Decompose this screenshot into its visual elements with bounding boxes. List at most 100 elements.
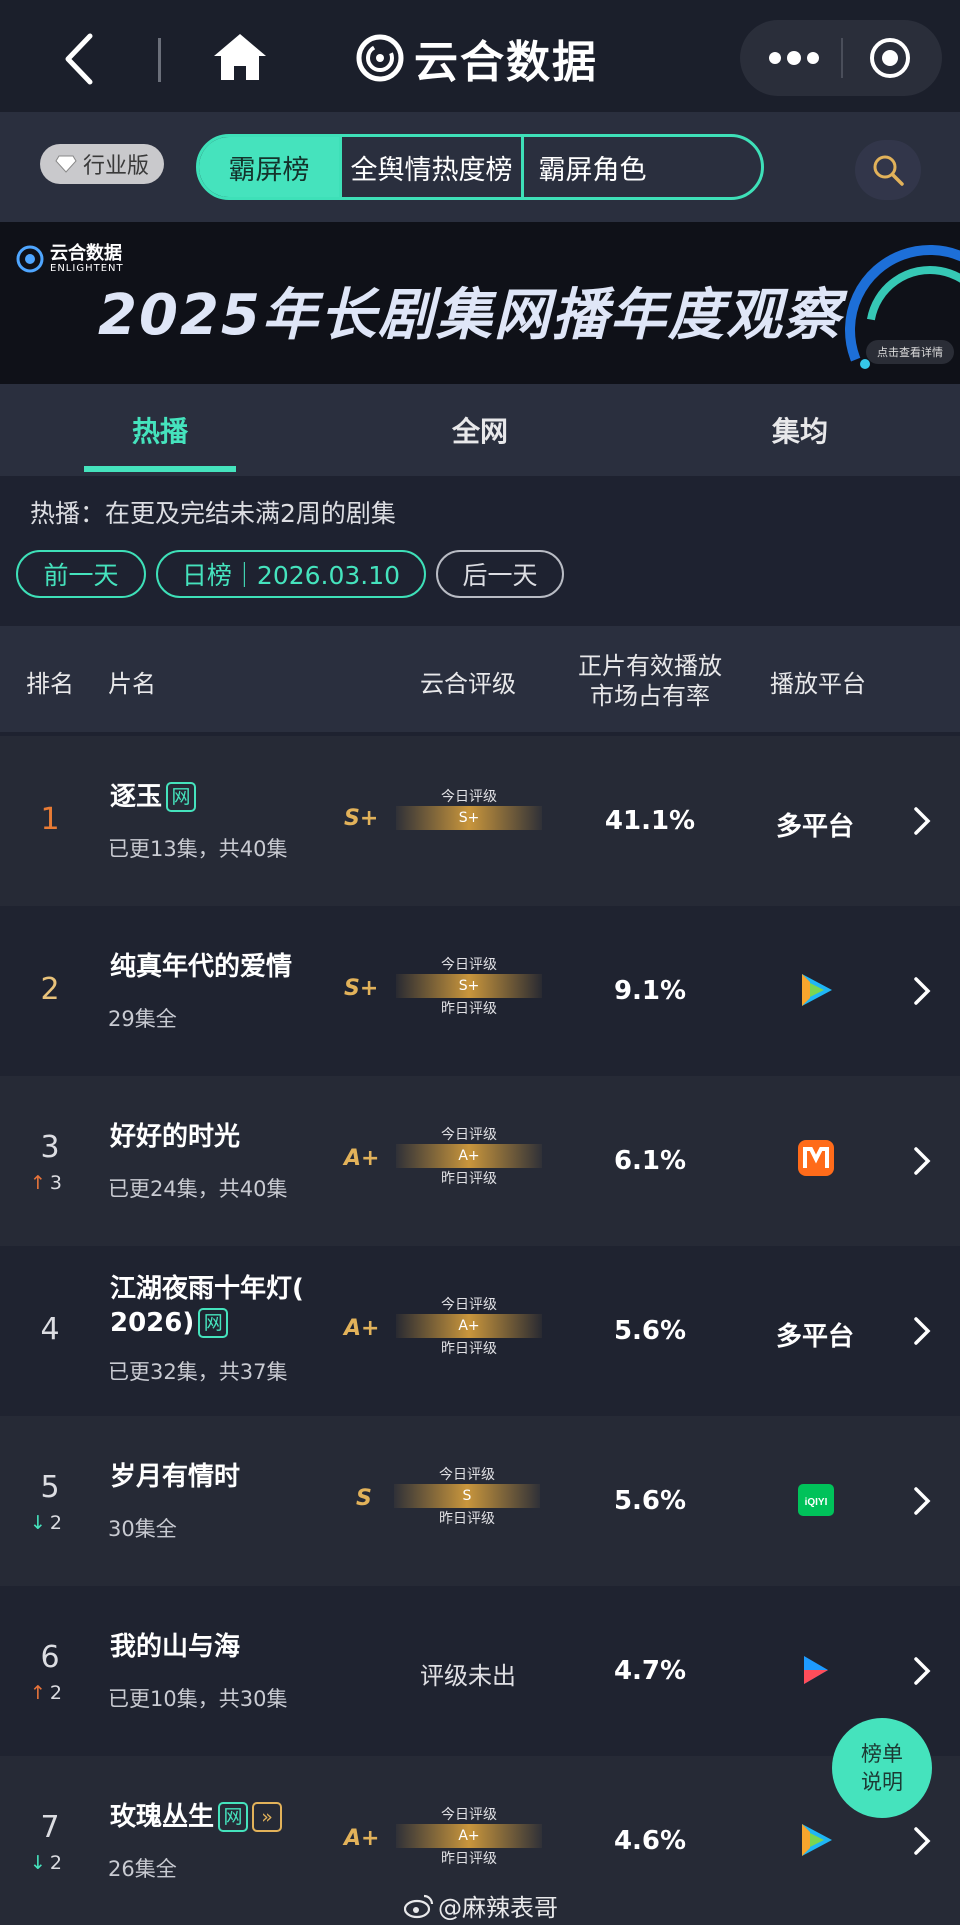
- row-title: 岁月有情时: [110, 1460, 240, 1494]
- row-grade: S: [356, 1486, 372, 1511]
- arrow-down-icon: ↓: [30, 1852, 46, 1874]
- network-tag: 网: [218, 1802, 249, 1832]
- row-title-text: 玫瑰丛生: [110, 1802, 215, 1832]
- chevron-right-icon[interactable]: [912, 1826, 932, 1856]
- row-title-text: 岁月有情时: [110, 1462, 241, 1492]
- meter-today-label: 今日评级: [441, 957, 497, 973]
- arrow-down-icon: ↓: [30, 1512, 46, 1534]
- grade-meter: 今日评级 S+ 昨日评级: [396, 954, 542, 1018]
- row-title: 江湖夜雨十年灯(2026) 网: [110, 1272, 330, 1340]
- back-arrow-icon[interactable]: [56, 30, 106, 88]
- meter-yesterday-label: 昨日评级: [439, 1511, 495, 1527]
- row-episodes: 已更32集，共37集: [108, 1360, 288, 1384]
- more-dots-icon[interactable]: [766, 44, 822, 72]
- table-row[interactable]: 6 ↑ 2 我的山与海 已更10集，共30集 评级未出 4.7%: [0, 1586, 960, 1756]
- grade-meter: 今日评级 A+ 昨日评级: [396, 1124, 542, 1188]
- chevron-right-icon[interactable]: [912, 976, 932, 1006]
- chevron-right-icon[interactable]: [912, 806, 932, 836]
- meter-yesterday-label: 昨日评级: [441, 1341, 497, 1357]
- home-icon[interactable]: [212, 32, 268, 82]
- tab-all-network[interactable]: 全网: [404, 384, 556, 476]
- rank-explanation-button[interactable]: 榜单 说明: [832, 1718, 932, 1818]
- row-episodes: 已更24集，共40集: [108, 1177, 288, 1201]
- row-rank: 1: [40, 802, 60, 837]
- app-brand: 云合数据: [356, 28, 598, 88]
- row-title-text: 纯真年代的爱情: [110, 952, 293, 982]
- filter-bar: 行业版 霸屏榜 全舆情热度榜 霸屏角色: [0, 112, 960, 222]
- row-platform: 多平台: [775, 1322, 854, 1352]
- header-share-line2: 市场占有率: [590, 682, 710, 710]
- row-title: 我的山与海: [110, 1630, 240, 1664]
- segment-public-opinion-board[interactable]: 全舆情热度榜: [339, 137, 521, 197]
- table-row[interactable]: 2 纯真年代的爱情 29集全 S+ 今日评级 S+ 昨日评级 9.1%: [0, 906, 960, 1076]
- row-title: 逐玉网: [110, 780, 197, 814]
- meter-bar: A+: [396, 1824, 542, 1848]
- tab-hot[interactable]: 热播: [84, 384, 236, 476]
- rank-trend-down: ↓ 2: [30, 1852, 62, 1874]
- row-title-line1: 江湖夜雨十年灯(: [110, 1274, 304, 1304]
- meter-today-label: 今日评级: [441, 789, 497, 805]
- row-episodes: 26集全: [108, 1857, 177, 1881]
- segment-screen-roles[interactable]: 霸屏角色: [521, 137, 661, 197]
- rank-trend-up: ↑ 3: [30, 1172, 62, 1194]
- chevron-right-icon[interactable]: [912, 1656, 932, 1686]
- row-episodes: 已更10集，共30集: [108, 1687, 288, 1711]
- row-share: 6.1%: [613, 1146, 687, 1176]
- fab-line1: 榜单: [861, 1742, 903, 1766]
- meter-yesterday-label: 昨日评级: [441, 1001, 497, 1017]
- current-date-button[interactable]: 日榜｜2026.03.10: [156, 550, 426, 598]
- arrow-up-icon: ↑: [30, 1172, 46, 1194]
- trend-value: 2: [49, 1512, 63, 1534]
- meter-today-label: 今日评级: [441, 1807, 497, 1823]
- prev-day-button[interactable]: 前一天: [16, 550, 146, 598]
- banner-cta[interactable]: 点击查看详情: [866, 340, 954, 364]
- search-button[interactable]: [855, 140, 921, 200]
- table-row[interactable]: 3 ↑ 3 好好的时光 已更24集，共40集 A+ 今日评级 A+ 昨日评级 6.…: [0, 1076, 960, 1246]
- chevron-right-icon[interactable]: [912, 1316, 932, 1346]
- edition-badge[interactable]: 行业版: [40, 144, 164, 184]
- meter-bar: S+: [396, 806, 542, 830]
- row-grade: A+: [344, 1826, 380, 1851]
- chevron-right-icon[interactable]: [912, 1146, 932, 1176]
- row-share: 4.7%: [613, 1656, 687, 1686]
- table-row[interactable]: 4 江湖夜雨十年灯(2026) 网 已更32集，共37集 A+ 今日评级 A+ 昨…: [0, 1246, 960, 1416]
- weibo-watermark: @麻辣表哥: [404, 1888, 558, 1923]
- segment-screen-board[interactable]: 霸屏榜: [199, 137, 339, 197]
- trend-value: 3: [49, 1172, 63, 1194]
- fab-line2: 说明: [861, 1770, 903, 1794]
- grade-meter: 今日评级 S 昨日评级: [394, 1464, 540, 1528]
- row-rank: 2: [40, 972, 60, 1007]
- row-grade: S+: [344, 976, 379, 1001]
- meter-today-label: 今日评级: [441, 1127, 497, 1143]
- meter-bar: A+: [396, 1314, 542, 1338]
- meter-today-label: 今日评级: [441, 1297, 497, 1313]
- banner-title: 2025年长剧集网播年度观察: [98, 283, 842, 348]
- row-episodes: 30集全: [108, 1517, 177, 1541]
- tencent-video-icon: [802, 1824, 832, 1856]
- meter-bar: A+: [396, 1144, 542, 1168]
- table-row[interactable]: 1 逐玉网 已更13集，共40集 S+ 今日评级 S+ 41.1% 多平台: [0, 736, 960, 906]
- search-icon: [873, 155, 904, 186]
- yunhe-logo-icon: [16, 245, 44, 273]
- chevron-right-icon[interactable]: [912, 1486, 932, 1516]
- table-header: 排名 片名 云合评级 正片有效播放 市场占有率 播放平台: [0, 626, 960, 732]
- row-rank: 7: [40, 1810, 60, 1845]
- grade-meter: 今日评级 A+ 昨日评级: [396, 1294, 542, 1358]
- row-title: 玫瑰丛生网»: [110, 1800, 283, 1834]
- header-name: 片名: [108, 670, 156, 698]
- next-day-button[interactable]: 后一天: [436, 550, 564, 598]
- header-rank: 排名: [26, 670, 74, 698]
- table-row[interactable]: 5 ↓ 2 岁月有情时 30集全 S 今日评级 S 昨日评级 5.6% iQIYI: [0, 1416, 960, 1586]
- app-title: 云合数据: [414, 37, 598, 88]
- row-grade: S+: [344, 806, 379, 831]
- close-target-icon[interactable]: [868, 36, 912, 80]
- grade-meter: 今日评级 S+: [396, 786, 542, 830]
- promo-banner[interactable]: 云合数据 ENLIGHTENT 2025年长剧集网播年度观察 点击查看详情: [0, 222, 960, 384]
- banner-brand: 云合数据: [50, 243, 122, 264]
- list-description: 热播：在更及完结未满2周的剧集: [30, 499, 396, 528]
- no-grade-label: 评级未出: [420, 1662, 516, 1690]
- tab-per-episode[interactable]: 集均: [724, 384, 876, 476]
- tencent-video-icon: [802, 974, 832, 1006]
- row-share: 5.6%: [613, 1316, 687, 1346]
- rank-trend-up: ↑ 2: [30, 1682, 62, 1704]
